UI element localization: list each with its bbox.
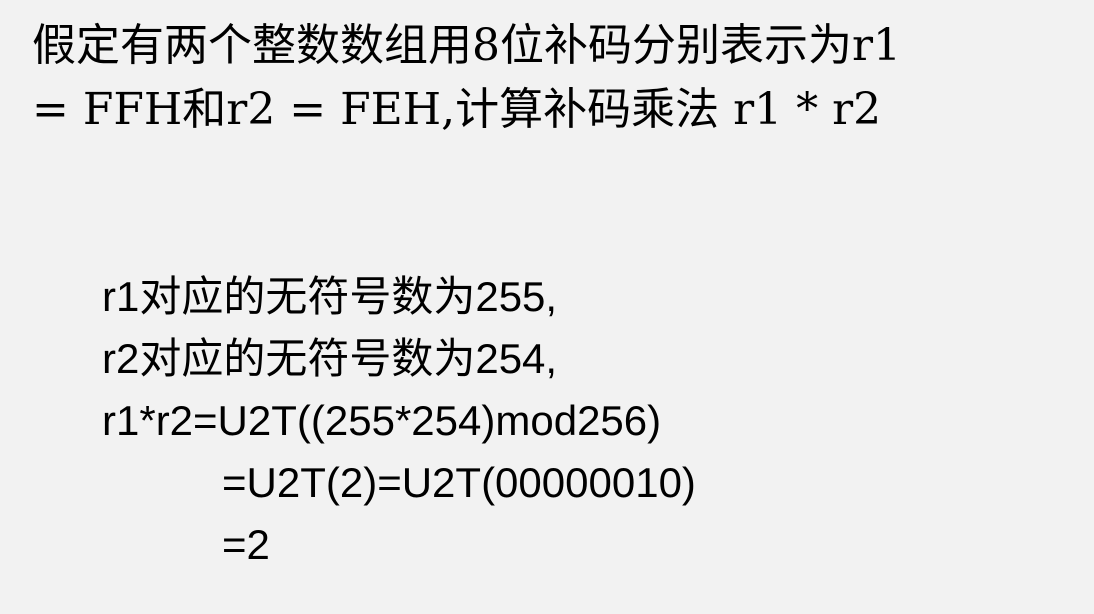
solution-line-r1-unsigned: r1对应的无符号数为255, [102, 273, 558, 320]
question-line-1: 假定有两个整数数组用8位补码分别表示为r1 [32, 20, 902, 71]
question-title: 假定有两个整数数组用8位补码分别表示为r1 = FFH和r2 = FEH,计算补… [32, 14, 1082, 142]
solution-line-u2t-binary: =U2T(2)=U2T(00000010) [222, 459, 696, 506]
question-line-2: = FFH和r2 = FEH,计算补码乘法 r1 * r2 [32, 84, 882, 135]
slide: 假定有两个整数数组用8位补码分别表示为r1 = FFH和r2 = FEH,计算补… [0, 0, 1094, 614]
solution-body: r1对应的无符号数为255, r2对应的无符号数为254, r1*r2=U2T(… [102, 266, 696, 576]
solution-line-r2-unsigned: r2对应的无符号数为254, [102, 335, 558, 382]
solution-line-product: r1*r2=U2T((255*254)mod256) [102, 397, 662, 444]
solution-line-result: =2 [222, 521, 270, 568]
